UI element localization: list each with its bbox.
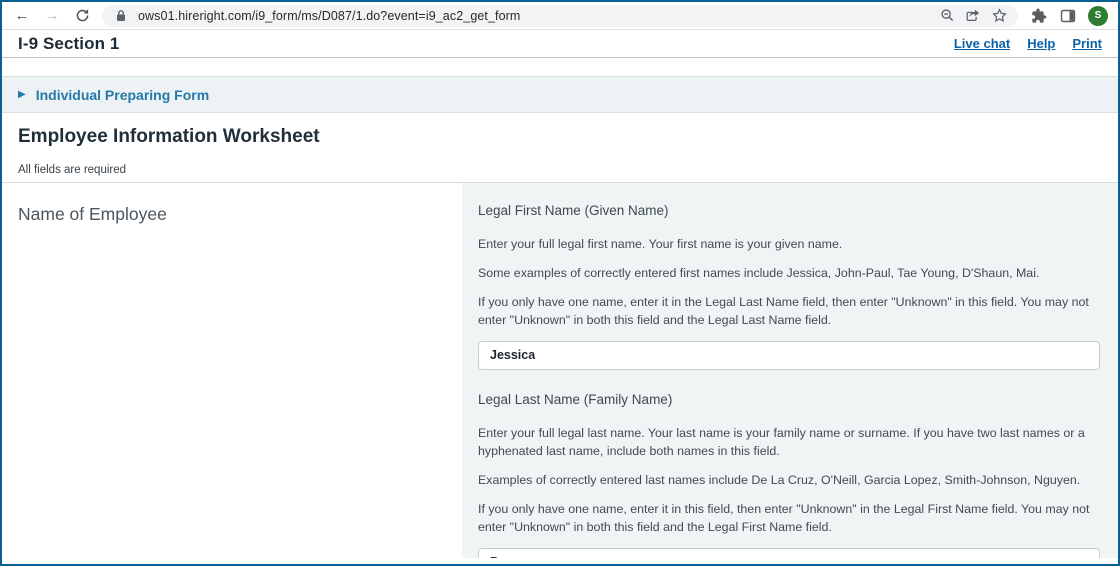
zoom-icon[interactable] bbox=[938, 7, 956, 25]
spacer bbox=[2, 58, 1118, 76]
refresh-icon[interactable] bbox=[72, 6, 92, 26]
browser-toolbar: ← → ows01.hireright.com/i9_form/ms/D087/… bbox=[2, 2, 1118, 30]
first-name-help-1: Enter your full legal first name. Your f… bbox=[478, 237, 843, 251]
required-fields-note: All fields are required bbox=[18, 164, 127, 176]
worksheet-header: Employee Information Worksheet All field… bbox=[2, 113, 1118, 183]
form-section-column: Name of Employee bbox=[2, 183, 462, 558]
header-links: Live chat Help Print bbox=[954, 36, 1102, 51]
page-header: I-9 Section 1 Live chat Help Print bbox=[2, 30, 1118, 58]
last-name-input[interactable] bbox=[478, 547, 1100, 558]
first-name-help-2: Some examples of correctly entered first… bbox=[478, 265, 1040, 280]
section-label-name-of-employee: Name of Employee bbox=[18, 204, 167, 224]
toolbar-right-cluster: S bbox=[1028, 5, 1108, 26]
address-bar[interactable]: ows01.hireright.com/i9_form/ms/D087/1.do… bbox=[102, 4, 1018, 27]
last-name-label: Legal Last Name (Family Name) bbox=[478, 391, 673, 407]
first-name-field-group: Legal First Name (Given Name) Enter your… bbox=[478, 203, 1100, 370]
forward-icon: → bbox=[44, 7, 60, 24]
url-text: ows01.hireright.com/i9_form/ms/D087/1.do… bbox=[138, 8, 521, 23]
form-fields-panel: Legal First Name (Given Name) Enter your… bbox=[462, 183, 1118, 558]
last-name-help-3: If you only have one name, enter it in t… bbox=[478, 501, 1090, 534]
collapsible-individual-preparing-form[interactable]: ▶ Individual Preparing Form bbox=[2, 76, 1118, 113]
profile-avatar[interactable]: S bbox=[1088, 5, 1108, 26]
last-name-help-2: Examples of correctly entered last names… bbox=[478, 472, 1081, 487]
last-name-help-1: Enter your full legal last name. Your la… bbox=[478, 425, 1085, 458]
last-name-field-group: Legal Last Name (Family Name) Enter your… bbox=[478, 392, 1100, 558]
live-chat-link[interactable]: Live chat bbox=[954, 36, 1010, 51]
print-link[interactable]: Print bbox=[1072, 36, 1102, 51]
form-area: Name of Employee Legal First Name (Given… bbox=[2, 183, 1118, 558]
worksheet-title: Employee Information Worksheet bbox=[18, 126, 320, 147]
lock-icon bbox=[112, 7, 130, 25]
first-name-label: Legal First Name (Given Name) bbox=[478, 203, 669, 218]
chevron-right-icon: ▶ bbox=[18, 88, 26, 100]
first-name-help-3: If you only have one name, enter it in t… bbox=[478, 294, 1089, 327]
help-link[interactable]: Help bbox=[1027, 36, 1055, 51]
collapsible-section-label: Individual Preparing Form bbox=[35, 86, 210, 103]
bookmark-star-icon[interactable] bbox=[990, 7, 1008, 25]
first-name-input[interactable] bbox=[478, 340, 1100, 370]
back-icon[interactable]: ← bbox=[12, 6, 32, 26]
extensions-puzzle-icon[interactable] bbox=[1030, 7, 1048, 25]
page-title: I-9 Section 1 bbox=[18, 33, 120, 53]
share-icon[interactable] bbox=[964, 7, 982, 25]
browser-window: { "browser": { "url": "ows01.hireright.c… bbox=[0, 0, 1120, 566]
side-panel-icon[interactable] bbox=[1059, 7, 1077, 25]
